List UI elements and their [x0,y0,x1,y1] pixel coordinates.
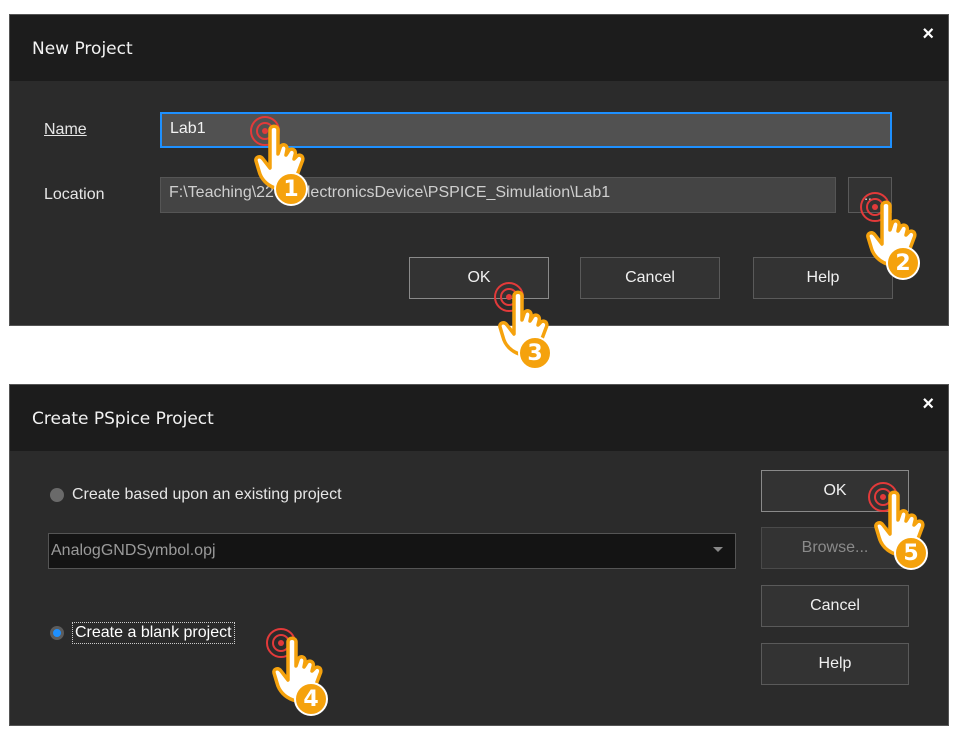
chevron-down-icon [713,547,723,552]
help-button[interactable]: Help [761,643,909,685]
new-project-dialog: New Project × Name Lab1 Location F:\Teac… [9,14,949,326]
existing-project-dropdown[interactable]: AnalogGNDSymbol.opj [48,533,736,569]
dropdown-value: AnalogGNDSymbol.opj [51,542,216,559]
step-badge-1: 1 [274,172,308,206]
radio-unselected-icon [50,488,64,502]
ok-label: OK [467,269,491,286]
location-label: Location [44,186,105,203]
step-badge-2: 2 [886,246,920,280]
ok-label: OK [823,482,847,499]
radio-existing-project[interactable]: Create based upon an existing project [50,486,342,504]
close-icon[interactable]: × [922,393,934,416]
close-icon[interactable]: × [922,23,934,46]
name-label-text: Name [44,121,87,138]
browse-label: Browse... [801,539,869,556]
radio-selected-icon [50,626,64,640]
dialog-title: Create PSpice Project [32,409,214,429]
option-existing-label: Create based upon an existing project [72,486,342,503]
cancel-label: Cancel [625,269,675,286]
cancel-button[interactable]: Cancel [761,585,909,627]
help-label: Help [818,655,852,672]
option-blank-label: Create a blank project [72,622,235,644]
cancel-button[interactable]: Cancel [580,257,720,299]
help-label: Help [806,269,840,286]
title-bar: Create PSpice Project × [10,385,948,451]
cancel-label: Cancel [810,597,860,614]
name-label: Name [44,121,87,139]
step-badge-5: 5 [894,536,928,570]
radio-blank-project[interactable]: Create a blank project [50,622,235,644]
dialog-title: New Project [32,39,133,59]
step-badge-4: 4 [294,682,328,716]
step-badge-3: 3 [518,336,552,370]
title-bar: New Project × [10,15,948,81]
create-pspice-project-dialog: Create PSpice Project × Create based upo… [9,384,949,726]
